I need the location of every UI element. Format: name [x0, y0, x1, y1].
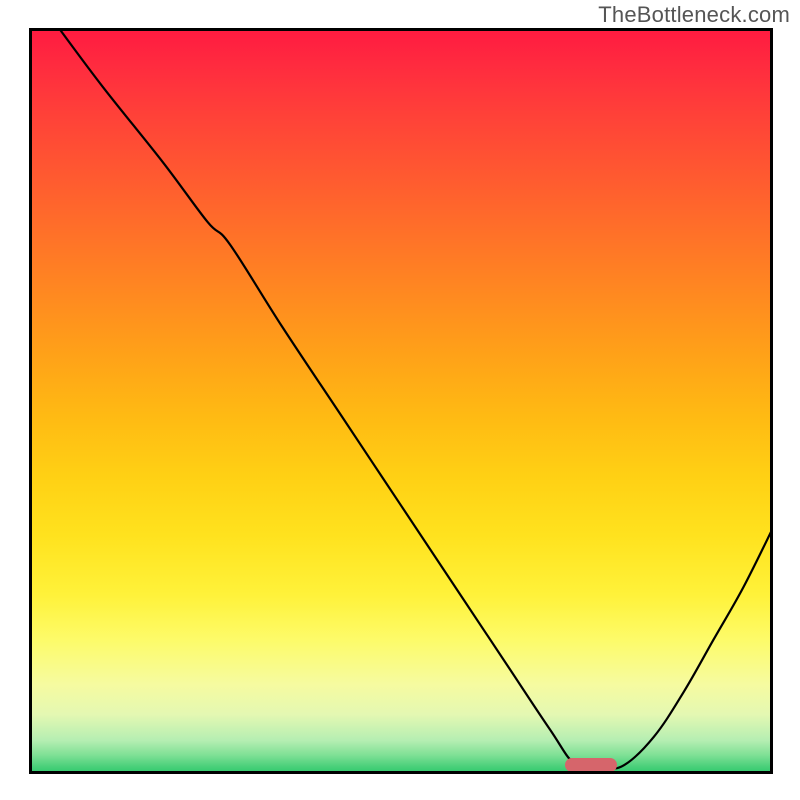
optimal-marker [565, 758, 617, 772]
gradient-background [29, 28, 773, 774]
watermark-label: TheBottleneck.com [598, 2, 790, 28]
chart-stage: TheBottleneck.com [0, 0, 800, 800]
bottleneck-plot [29, 28, 773, 774]
